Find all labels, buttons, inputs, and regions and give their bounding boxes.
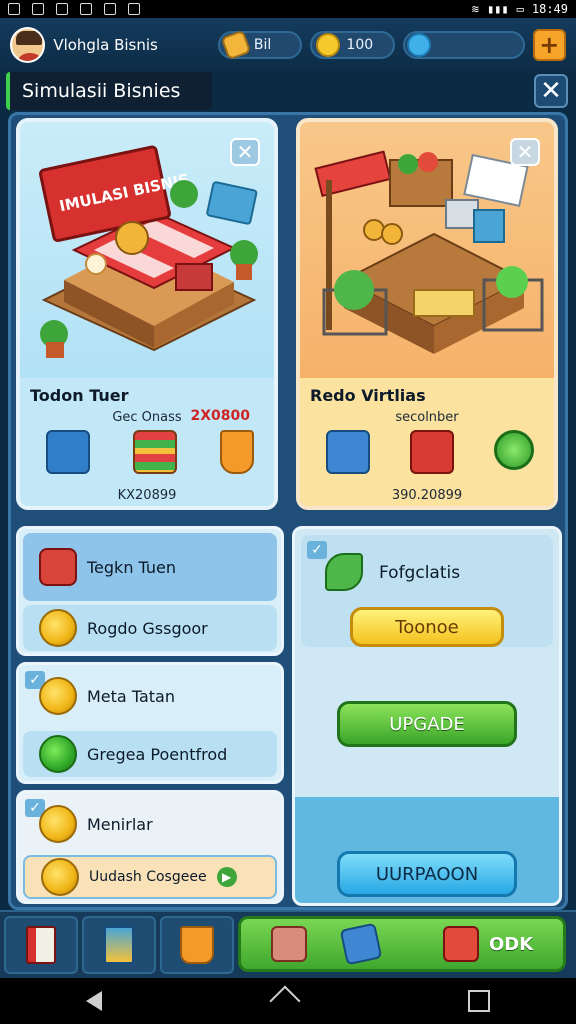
meat-icon	[271, 926, 307, 962]
card-close-button[interactable]: ✕	[230, 138, 260, 166]
card-info: Redo Virtlias secolnber 390.20899	[300, 378, 554, 506]
cash-icon	[220, 29, 252, 61]
notification-icon	[80, 3, 92, 15]
blue-crate-icon	[326, 430, 370, 474]
list-item-label: Meta Tatan	[87, 686, 175, 706]
ticket-icon	[339, 922, 383, 966]
list-item-label: Uudash Cosgeee	[89, 869, 207, 885]
coin-icon	[41, 858, 79, 896]
list-item[interactable]: Gregea Poentfrod	[23, 731, 277, 777]
notification-icon	[32, 3, 44, 15]
list-item[interactable]: Rogdo Gssgoor	[23, 605, 277, 651]
book-icon	[26, 926, 56, 964]
system-indicators: ≋ ▮▮▮ ▭ 18:49	[472, 2, 568, 16]
wifi-icon: ≋	[471, 2, 479, 16]
notification-icon	[104, 3, 116, 15]
check-icon: ✓	[307, 541, 327, 559]
android-nav-bar	[0, 978, 576, 1024]
coin-icon	[39, 805, 77, 843]
status-bar: ≋ ▮▮▮ ▭ 18:49	[0, 0, 576, 18]
business-group-3: ✓ Menirlar Uudash Cosgeee ▶	[16, 790, 284, 904]
leaf-icon	[325, 553, 363, 591]
inventory-slot[interactable]	[160, 916, 234, 974]
go-arrow-icon[interactable]: ▶	[216, 867, 237, 887]
coin-icon	[39, 609, 77, 647]
gem-counter[interactable]	[402, 31, 525, 59]
gem-icon	[406, 33, 431, 57]
food-stall-illustration: IMULASI BISNIS	[39, 145, 258, 358]
recents-icon[interactable]	[468, 990, 490, 1012]
shopping-bag-icon	[39, 548, 77, 586]
green-coin-icon	[39, 735, 77, 773]
blue-box-icon	[46, 430, 90, 474]
notification-icon	[8, 3, 20, 15]
notification-icon	[56, 3, 68, 15]
top-hud: Vlohgla Bisnis Bil 100 +	[0, 18, 576, 72]
business-group-2: ✓ Meta Tatan Gregea Poentfrod	[16, 662, 284, 784]
close-button[interactable]: ✕	[534, 74, 568, 108]
coin-counter[interactable]: 100	[310, 31, 395, 59]
card-items	[326, 430, 534, 474]
action-label: ODK	[489, 933, 534, 955]
battery-icon: ▭	[516, 2, 524, 16]
toonoe-button[interactable]: Toonoe	[350, 607, 504, 647]
card-subtitle: secolnber	[395, 410, 459, 425]
uurpaoon-button[interactable]: UURPAOON	[337, 851, 517, 897]
upgrade-title: Fofgclatis	[379, 563, 461, 583]
upgrade-panel: ✓ Fofgclatis Toonoe UPGADE UURPAOON	[292, 526, 562, 906]
notification-icon	[128, 3, 140, 15]
cash-value: Bil	[253, 37, 272, 53]
notification-icons	[8, 3, 140, 15]
upgrade-header: ✓ Fofgclatis Toonoe	[301, 535, 553, 647]
shop-icon	[443, 926, 479, 962]
cash-counter[interactable]: Bil	[217, 29, 303, 61]
avatar[interactable]	[10, 27, 46, 63]
business-card-grocery[interactable]: ✕ Redo Virtlias secolnber 390.20899	[296, 118, 558, 510]
green-coin-icon	[494, 430, 534, 470]
card-info: Todon Tuer Gec Onass 2X0800 KX20899	[20, 378, 274, 506]
book-stack-icon	[133, 430, 177, 474]
card-amount: KX20899	[117, 488, 177, 503]
red-crate-icon	[410, 430, 454, 474]
player-name: Vlohgla Bisnis	[53, 36, 158, 54]
inventory-slot[interactable]	[4, 916, 78, 974]
inventory-slot[interactable]	[82, 916, 156, 974]
list-item[interactable]: Uudash Cosgeee ▶	[23, 855, 277, 899]
coins-icon	[316, 33, 341, 57]
list-item-label: Tegkn Tuen	[87, 557, 177, 577]
back-icon[interactable]	[86, 991, 102, 1011]
card-items	[46, 430, 254, 474]
cup-icon	[220, 430, 254, 474]
bottom-bar: ODK	[0, 910, 576, 978]
card-icon	[104, 926, 134, 964]
list-item[interactable]: Tegkn Tuen	[23, 533, 277, 601]
business-group-1: ✓ Tegkn Tuen Rogdo Gssgoor	[16, 526, 284, 656]
list-item[interactable]: Meta Tatan	[23, 673, 277, 719]
list-item-label: Rogdo Gssgoor	[87, 618, 208, 638]
business-card-food-stall[interactable]: IMULASI BISNIS ✕ Todon Tuer Gec Onass 2X…	[16, 118, 278, 510]
cup-icon	[180, 926, 214, 964]
upgrade-button[interactable]: UPGADE	[337, 701, 517, 747]
list-item-label: Gregea Poentfrod	[87, 744, 228, 764]
coin-icon	[39, 677, 77, 715]
home-icon[interactable]	[269, 985, 301, 1017]
card-close-button[interactable]: ✕	[510, 138, 540, 166]
clock: 18:49	[531, 2, 568, 16]
list-item-label: Menirlar	[87, 814, 153, 834]
list-item[interactable]: Menirlar	[23, 801, 277, 847]
add-currency-button[interactable]: +	[532, 29, 567, 61]
card-amount: 390.20899	[391, 488, 463, 503]
signal-icon: ▮▮▮	[486, 2, 509, 16]
coins-value: 100	[346, 37, 374, 53]
card-title: Todon Tuer	[30, 386, 129, 405]
page-title: Simulasii Bisnies	[6, 72, 212, 110]
card-price: 2X0800	[190, 408, 251, 424]
action-bar[interactable]: ODK	[238, 916, 566, 972]
grocery-illustration	[314, 150, 544, 354]
card-title: Redo Virtlias	[310, 386, 426, 405]
